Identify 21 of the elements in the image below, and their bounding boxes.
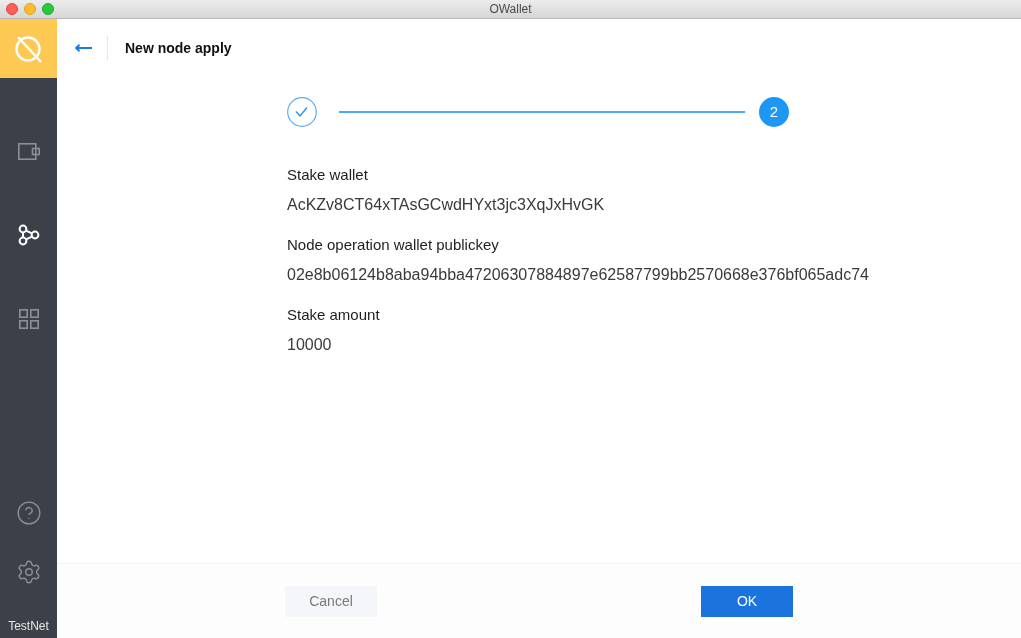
field-label: Stake wallet — [287, 165, 368, 185]
wallet-icon — [17, 142, 40, 160]
grid-icon — [18, 309, 39, 329]
help-icon — [15, 500, 42, 526]
page-title: New node apply — [125, 38, 232, 58]
nodes-icon — [17, 224, 40, 246]
field-label: Node operation wallet publickey — [287, 235, 499, 255]
field-value: AcKZv8CT64xTAsGCwdHYxt3jc3XqJxHvGK — [287, 195, 605, 215]
back-arrow-icon — [74, 44, 92, 52]
field-label: Stake amount — [287, 305, 380, 325]
cancel-button[interactable]: Cancel — [285, 585, 377, 617]
ok-button[interactable]: OK — [701, 585, 793, 617]
close-window-icon[interactable] — [6, 3, 18, 15]
zoom-window-icon[interactable] — [42, 3, 54, 15]
minimize-window-icon[interactable] — [24, 3, 36, 15]
field-value: 10000 — [287, 335, 332, 355]
slashed-circle-logo — [13, 33, 44, 64]
network-label: TestNet — [8, 619, 49, 633]
window-title: OWallet — [489, 2, 532, 16]
settings-icon — [15, 559, 42, 585]
field-value: 02e8b06124b8aba94bba47206307884897e62587799bb2570668e376bf065adc74 — [287, 265, 869, 285]
